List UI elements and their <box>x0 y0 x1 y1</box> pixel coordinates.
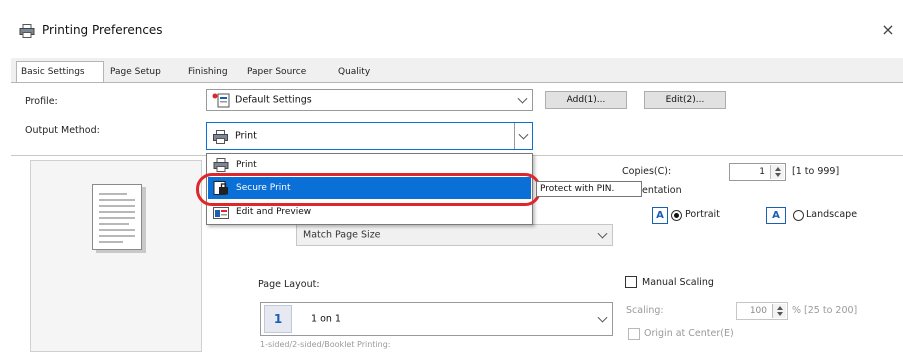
close-button[interactable]: × <box>878 20 898 40</box>
tab-finishing[interactable]: Finishing <box>184 62 232 82</box>
portrait-radio[interactable] <box>671 210 682 221</box>
printer-icon <box>213 158 229 172</box>
edit-preview-icon <box>213 207 229 219</box>
copies-range: [1 to 999] <box>792 166 840 177</box>
copies-spinner[interactable]: 1 <box>729 163 786 181</box>
close-icon: × <box>881 20 895 39</box>
scaling-range: % [25 to 200] <box>792 305 858 316</box>
profile-add-button[interactable]: Add(1)... <box>545 91 627 109</box>
output-method-select[interactable]: Print <box>206 122 533 150</box>
window-title: Printing Preferences <box>42 23 163 37</box>
landscape-label: Landscape <box>806 209 858 220</box>
manual-scaling-label: Manual Scaling <box>642 277 714 288</box>
chevron-down-icon <box>517 93 528 104</box>
tab-page-setup[interactable]: Page Setup <box>106 62 165 82</box>
page-layout-label: Page Layout: <box>258 279 320 290</box>
portrait-icon: A <box>652 207 668 224</box>
printer-icon <box>19 24 35 38</box>
page-size-select[interactable]: Match Page Size <box>296 224 613 246</box>
manual-scaling-checkbox[interactable] <box>625 276 637 288</box>
portrait-label: Portrait <box>685 209 720 220</box>
output-method-value: Print <box>235 130 257 142</box>
copies-label: Copies(C): <box>622 166 672 177</box>
origin-center-checkbox[interactable] <box>628 328 640 340</box>
chevron-down-icon <box>518 129 529 140</box>
profile-icon <box>212 93 230 108</box>
profile-value: Default Settings <box>235 94 312 106</box>
page-layout-select[interactable]: 1 on 1 <box>260 302 613 336</box>
page-layout-value: 1 on 1 <box>311 313 341 325</box>
landscape-radio[interactable] <box>793 210 804 221</box>
spinner-arrows-icon[interactable] <box>770 165 784 179</box>
tab-basic-settings[interactable]: Basic Settings <box>16 61 104 83</box>
spinner-arrows-icon[interactable] <box>772 304 786 318</box>
profile-label: Profile: <box>25 96 58 107</box>
tab-paper-source[interactable]: Paper Source <box>243 62 310 82</box>
document-preview-icon <box>92 184 142 250</box>
page-size-value: Match Page Size <box>303 229 381 241</box>
dropdown-button[interactable] <box>514 123 532 149</box>
profile-select[interactable]: Default Settings <box>206 89 533 111</box>
page-layout-icon: 1 <box>264 305 292 333</box>
copies-value: 1 <box>759 167 765 177</box>
tab-quality[interactable]: Quality <box>334 62 374 82</box>
tooltip: Protect with PIN. <box>536 181 642 197</box>
highlight-annotation <box>196 173 541 206</box>
origin-center-label: Origin at Center(E) <box>644 328 734 339</box>
output-method-label: Output Method: <box>25 125 100 136</box>
chevron-down-icon <box>597 312 608 323</box>
title-bar: Printing Preferences × <box>0 0 903 56</box>
scaling-label: Scaling: <box>626 305 664 316</box>
printer-icon <box>213 130 228 144</box>
dropdown-option-print[interactable]: Print <box>208 155 531 175</box>
profile-edit-button[interactable]: Edit(2)... <box>644 91 726 109</box>
landscape-icon: A <box>766 207 786 224</box>
scaling-value: 100 <box>749 306 767 316</box>
scaling-spinner[interactable]: 100 <box>736 302 788 320</box>
sided-printing-label: 1-sided/2-sided/Booklet Printing: <box>260 340 391 349</box>
chevron-down-icon <box>597 228 608 239</box>
